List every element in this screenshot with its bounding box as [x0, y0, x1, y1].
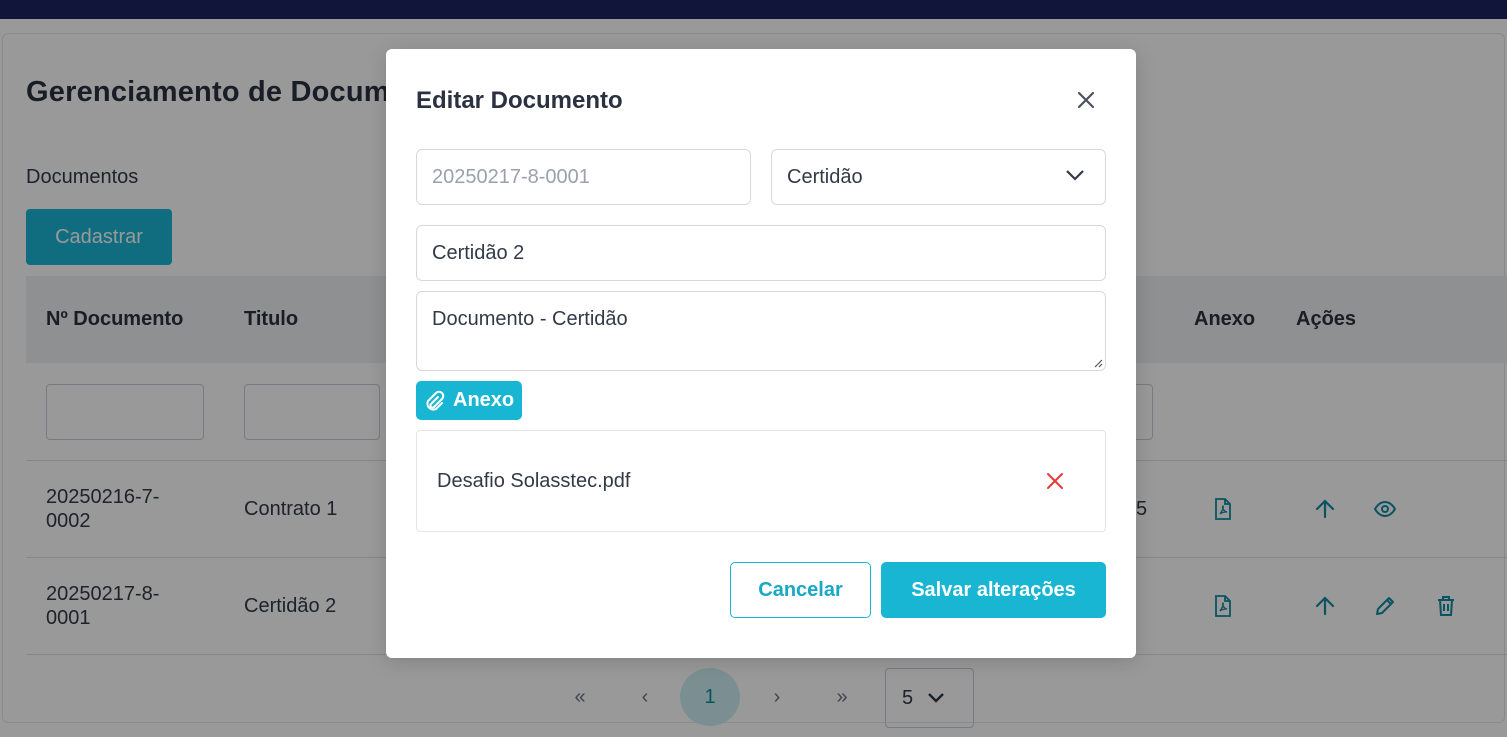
description-text: Documento - Certidão	[432, 308, 628, 330]
resize-grip-icon[interactable]	[1093, 358, 1103, 368]
save-changes-button[interactable]: Salvar alterações	[881, 562, 1106, 618]
attach-button[interactable]: Anexo	[416, 381, 522, 420]
document-title-input[interactable]: Certidão 2	[416, 225, 1106, 281]
attachment-list: Desafio Solasstec.pdf	[416, 430, 1106, 532]
edit-document-modal: Editar Documento 20250217-8-0001 Certidã…	[386, 49, 1136, 658]
attachment-file-name[interactable]: Desafio Solasstec.pdf	[437, 470, 630, 493]
paperclip-icon	[426, 390, 445, 411]
chevron-down-icon	[1066, 170, 1084, 181]
modal-title: Editar Documento	[416, 87, 623, 114]
document-type-select[interactable]: Certidão	[771, 149, 1106, 205]
document-number-field: 20250217-8-0001	[416, 149, 751, 205]
cancel-button[interactable]: Cancelar	[730, 562, 871, 618]
close-icon[interactable]	[1072, 86, 1100, 114]
remove-attachment-icon[interactable]	[1043, 469, 1067, 493]
description-textarea[interactable]: Documento - Certidão	[416, 291, 1106, 371]
attach-button-label: Anexo	[453, 389, 515, 411]
document-type-value: Certidão	[787, 165, 863, 188]
